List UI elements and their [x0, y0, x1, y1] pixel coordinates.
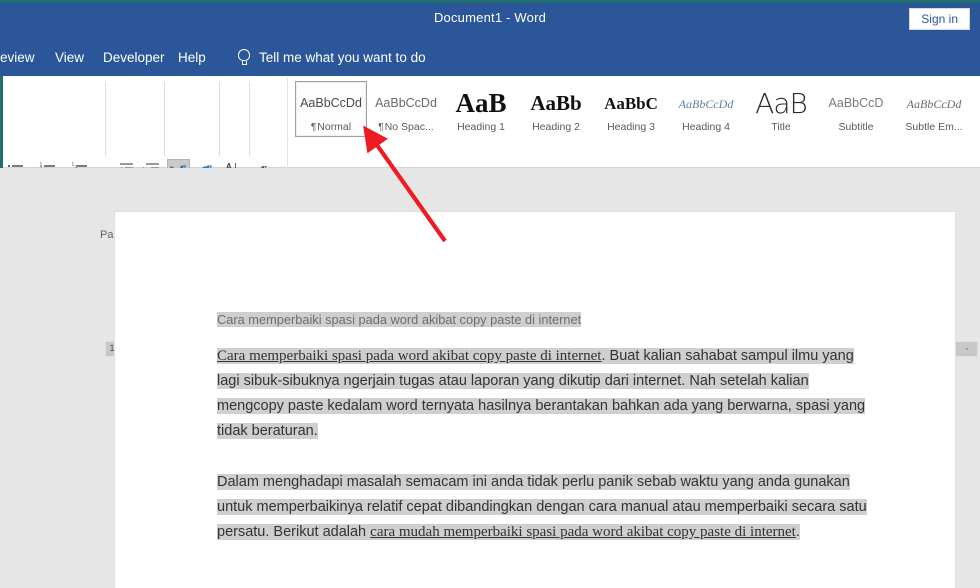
style-label: Heading 1 — [457, 121, 505, 133]
styles-group: AaBbCcDd ¶ Normal AaBbCcDd ¶ No Spac... Aa… — [292, 76, 980, 241]
tell-me-search[interactable]: Tell me what you want to do — [238, 38, 426, 76]
document-title-line: Cara memperbaiki spasi pada word akibat … — [217, 308, 867, 332]
paragraph-1-lead: Cara memperbaiki spasi pada word akibat … — [217, 348, 602, 364]
ribbon-tab-bar: eview View Developer Help Tell me what y… — [0, 38, 980, 76]
style-preview: AaBb — [530, 91, 582, 115]
sign-in-button[interactable]: Sign in — [909, 8, 970, 30]
style-label: Heading 4 — [682, 121, 730, 133]
tab-help[interactable]: Help — [178, 38, 206, 76]
style-no-spacing[interactable]: AaBbCcDd ¶ No Spac... — [370, 81, 442, 137]
style-label: Title — [771, 121, 791, 133]
ribbon: 1 2 3 1 a b — [0, 76, 980, 241]
style-preview: AaB — [455, 88, 507, 118]
style-label: Subtitle — [838, 121, 874, 133]
style-preview: AaBbCcDd — [678, 96, 734, 111]
style-preview: AaBbCcDd — [375, 96, 437, 111]
paragraph-group: 1 2 3 1 a b — [0, 76, 288, 241]
document-title: Document1 - Word — [433, 10, 547, 25]
title-bar: Document1 - Word Sign in — [0, 0, 980, 38]
style-preview: AaBbC — [604, 94, 658, 113]
style-label: Heading 2 — [532, 121, 580, 133]
style-label: Subtle Em... — [905, 121, 963, 133]
paragraph-2-tail-end: . — [795, 524, 800, 540]
style-subtitle[interactable]: AaBbCcD Subtitle — [820, 81, 892, 137]
tab-review[interactable]: eview — [0, 38, 35, 76]
ruler-zone: 1 2 3 4 5 6 7 Normal — [0, 168, 980, 358]
document-paragraph-2: Dalam menghadapi masalah semacam ini and… — [217, 470, 867, 545]
tab-view[interactable]: View — [55, 38, 84, 76]
style-label: ¶ Normal — [310, 121, 352, 133]
style-preview: AaBbCcDd — [300, 96, 362, 111]
document-page[interactable]: Cara memperbaiki spasi pada word akibat … — [115, 212, 955, 588]
style-label: ¶ No Spac... — [378, 121, 434, 133]
style-heading-4[interactable]: AaBbCcDd Heading 4 — [670, 81, 742, 137]
lightbulb-icon — [238, 48, 251, 66]
style-title[interactable]: AaB Title — [745, 81, 817, 137]
word-application-window: Document1 - Word Sign in eview View Deve… — [0, 0, 980, 588]
paragraph-2-tail: cara mudah memperbaiki spasi pada word a… — [370, 524, 796, 540]
pilcrow-icon: ¶ — [378, 121, 384, 133]
window-top-edge — [0, 0, 980, 3]
tab-developer[interactable]: Developer — [103, 38, 165, 76]
style-normal[interactable]: AaBbCcDd ¶ Normal — [295, 81, 367, 137]
style-preview: AaB — [755, 86, 808, 120]
title-line-text: Cara memperbaiki spasi pada word akibat … — [217, 312, 582, 327]
style-preview: AaBbCcDd — [906, 96, 962, 111]
pilcrow-icon: ¶ — [310, 121, 317, 133]
style-heading-3[interactable]: AaBbC Heading 3 — [595, 81, 667, 137]
style-heading-1[interactable]: AaB Heading 1 — [445, 81, 517, 137]
style-subtle-emphasis[interactable]: AaBbCcDd Subtle Em... — [895, 81, 973, 137]
document-body[interactable]: Cara memperbaiki spasi pada word akibat … — [217, 308, 867, 545]
ruler-number: 1 — [109, 343, 115, 353]
tell-me-label: Tell me what you want to do — [259, 49, 426, 65]
style-heading-2[interactable]: AaBb Heading 2 — [520, 81, 592, 137]
ruler-tick — [966, 348, 968, 350]
style-preview: AaBbCcD — [828, 96, 884, 111]
style-label: Heading 3 — [607, 121, 655, 133]
ribbon-left-edge — [0, 76, 3, 168]
document-paragraph-1: Cara memperbaiki spasi pada word akibat … — [217, 344, 867, 444]
